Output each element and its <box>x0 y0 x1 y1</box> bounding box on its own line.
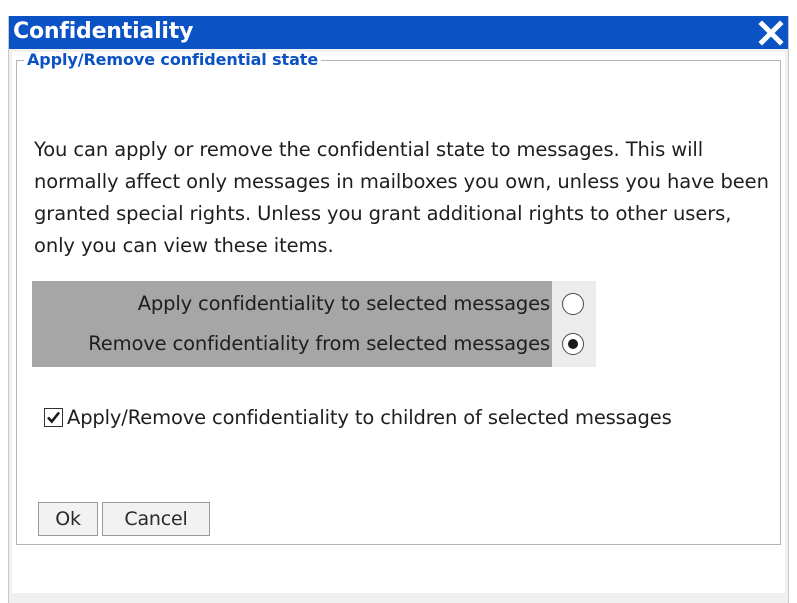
dialog-titlebar: Confidentiality <box>9 16 788 49</box>
confidentiality-options: Apply confidentiality to selected messag… <box>32 281 596 367</box>
option-remove-row[interactable]: Remove confidentiality from selected mes… <box>32 324 596 364</box>
dialog-content: Apply/Remove confidential state You can … <box>12 50 785 593</box>
group-legend: Apply/Remove confidential state <box>27 50 319 69</box>
option-apply-label[interactable]: Apply confidentiality to selected messag… <box>138 284 550 324</box>
close-icon[interactable] <box>756 18 786 48</box>
option-remove-label[interactable]: Remove confidentiality from selected mes… <box>88 324 550 364</box>
description-text: You can apply or remove the confidential… <box>34 138 769 257</box>
option-apply-row[interactable]: Apply confidentiality to selected messag… <box>32 284 596 324</box>
cancel-button[interactable]: Cancel <box>102 502 210 536</box>
option-remove-radio[interactable] <box>562 333 584 355</box>
confidentiality-dialog: Confidentiality Apply/Remove confidentia… <box>8 16 789 603</box>
children-checkbox-label[interactable]: Apply/Remove confidentiality to children… <box>67 404 672 432</box>
checkmark-icon <box>47 411 61 424</box>
dialog-title: Confidentiality <box>13 19 194 44</box>
option-apply-radio[interactable] <box>562 293 584 315</box>
radio-selected-dot <box>568 339 578 349</box>
ok-button[interactable]: Ok <box>38 502 98 536</box>
children-option-row[interactable]: Apply/Remove confidentiality to children… <box>44 404 764 434</box>
children-checkbox[interactable] <box>44 408 63 427</box>
